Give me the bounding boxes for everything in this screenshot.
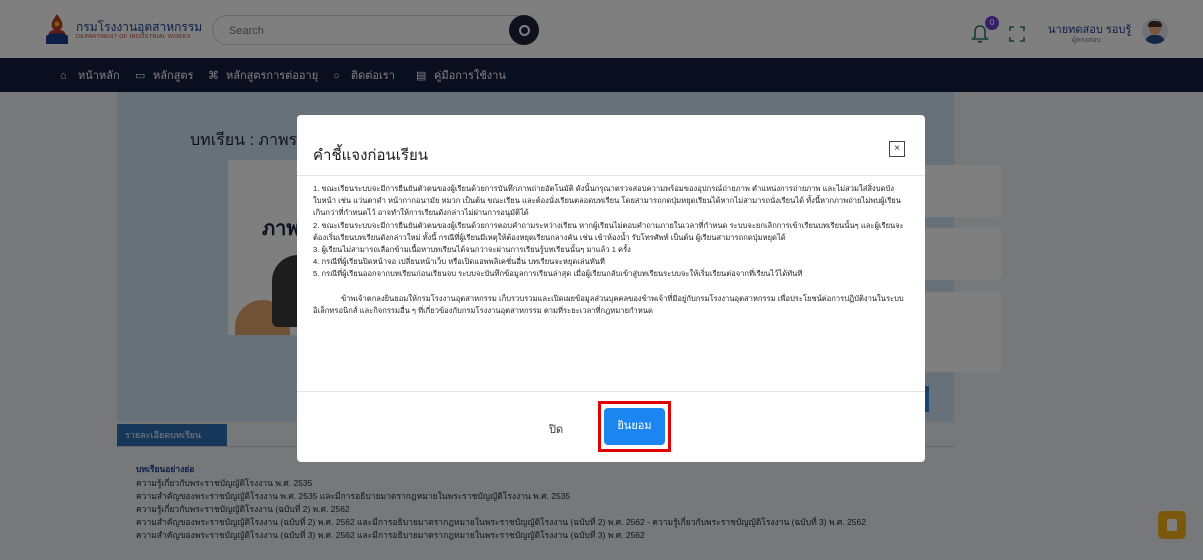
modal-header-divider xyxy=(297,175,925,176)
modal-footer-divider xyxy=(297,391,925,392)
consent-text: ข้าพเจ้าตกลงยินยอมให้กรมโรงงานอุตสาหกรรม… xyxy=(313,293,904,315)
pre-lesson-instructions-dialog: คำชี้แจงก่อนเรียน × 1. ขณะเรียนระบบจะมีก… xyxy=(297,115,925,462)
modal-body: 1. ขณะเรียนระบบจะมีการยืนยันตัวตนของผู้เ… xyxy=(313,183,909,317)
close-icon[interactable]: × xyxy=(889,141,905,157)
rule-item: 3. ผู้เรียนไม่สามารถเลือกข้ามเนื้อหาบทเร… xyxy=(313,245,631,255)
rule-item: 1. ขณะเรียนระบบจะมีการยืนยันตัวตนของผู้เ… xyxy=(313,184,901,218)
rule-item: 5. กรณีที่ผู้เรียนออกจากบทเรียนก่อนเรียน… xyxy=(313,269,803,279)
modal-title: คำชี้แจงก่อนเรียน xyxy=(313,147,428,164)
rule-item: 2. ขณะเรียนระบบจะมีการยืนยันตัวตนของผู้เ… xyxy=(313,220,904,242)
accept-button[interactable]: ยินยอม xyxy=(604,408,665,445)
rule-item: 4. กรณีที่ผู้เรียนปิดหน้าจอ เปลี่ยนหน้าเ… xyxy=(313,257,605,267)
close-button[interactable]: ปิด xyxy=(549,420,563,438)
